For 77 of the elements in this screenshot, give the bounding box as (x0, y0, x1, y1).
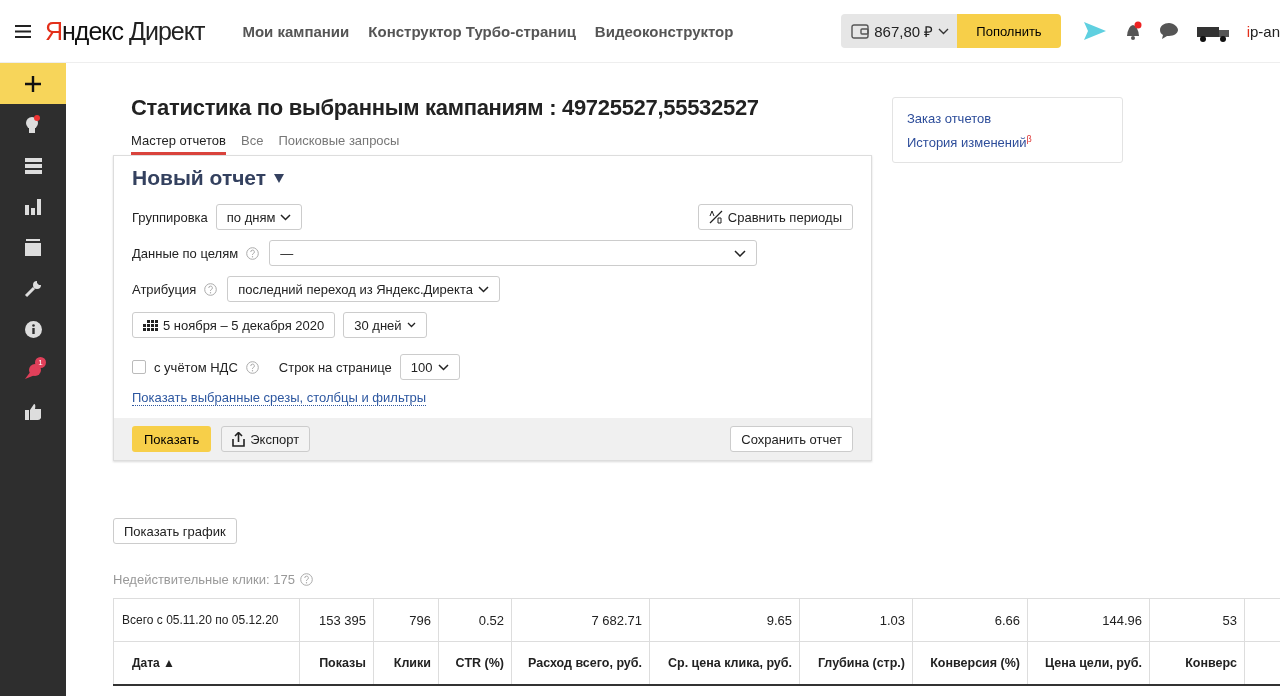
invalid-clicks-text: Недействительные клики: 175 (113, 572, 295, 587)
table-cell: 9.65 (649, 599, 799, 641)
side-link[interactable]: История изменений$^{β}$ (907, 134, 1032, 151)
nav-link[interactable]: Видеоконструктор (594, 22, 734, 40)
show-chart-button[interactable]: Показать график (113, 518, 237, 544)
logo[interactable]: Яндекс Директ (45, 16, 205, 46)
tab[interactable]: Поисковые запросы (278, 133, 400, 155)
show-button[interactable]: Показать (132, 426, 212, 452)
stack-icon (25, 239, 41, 256)
calendar-icon (143, 319, 158, 331)
column-header[interactable]: Ср. цена клика, руб. (649, 642, 799, 684)
rows-select[interactable]: 100 (399, 354, 460, 380)
report-name-dropdown[interactable]: Новый отчет (132, 166, 285, 190)
info-icon (24, 321, 42, 338)
chevron-icon (938, 27, 950, 35)
chevron-icon (437, 363, 449, 371)
table-cell: 53 (1149, 599, 1245, 641)
list-icon (24, 157, 42, 174)
column-header[interactable]: CTR (%) (438, 642, 511, 684)
sidebar-item[interactable] (0, 63, 66, 104)
filters-link[interactable]: Показать выбранные срезы, столбцы и фильтры (132, 390, 427, 406)
upload-icon (232, 431, 246, 447)
field-label: Группировка (132, 209, 208, 225)
period-select[interactable]: 30 дней (343, 312, 427, 338)
field-label: Данные по целям (132, 245, 239, 261)
column-header[interactable]: Конверсия (%) (912, 642, 1027, 684)
chat-icon[interactable] (1158, 21, 1179, 41)
tab[interactable]: Все (241, 133, 264, 155)
bar-chart-icon (25, 198, 41, 215)
menu-icon[interactable] (15, 24, 31, 38)
field-label: Строк на странице (278, 359, 392, 375)
tab[interactable]: Мастер отчетов (131, 133, 226, 155)
column-header[interactable]: Конверс (1149, 642, 1245, 684)
goals-select[interactable]: — (269, 240, 758, 266)
save-report-button[interactable]: Сохранить отчет (730, 426, 853, 452)
attribution-select[interactable]: последний переход из Яндекс.Директа (227, 276, 500, 302)
chevron-icon (477, 285, 489, 293)
topup-button[interactable]: Пополнить (957, 14, 1061, 48)
badge: 1 (35, 356, 46, 368)
nav-link[interactable]: Конструктор Турбо-страниц (368, 22, 576, 40)
column-header[interactable]: Цена цели, руб. (1027, 642, 1149, 684)
checkbox[interactable] (132, 360, 146, 374)
wrench-icon (24, 279, 42, 298)
column-header[interactable]: Клики (373, 642, 438, 684)
table-cell: 0.52 (438, 599, 511, 641)
table-cell: 7 682.71 (511, 599, 649, 641)
table-cell: 153 395 (299, 599, 373, 641)
column-header[interactable]: Глубина (стр.) (799, 642, 912, 684)
thumbs-up-icon (24, 403, 42, 420)
side-link[interactable]: Заказ отчетов (907, 111, 992, 126)
nav-link[interactable]: Мои кампании (242, 22, 350, 40)
user-login[interactable]: ip-an (1246, 22, 1280, 40)
column-header[interactable]: Показы (299, 642, 373, 684)
wallet-icon (851, 23, 870, 39)
plus-icon (24, 74, 42, 93)
chevron-icon (734, 249, 747, 257)
table-cell: 144.96 (1027, 599, 1149, 641)
table-cell: 1.03 (799, 599, 912, 641)
compare-icon (708, 210, 723, 224)
triangle-icon (274, 173, 285, 183)
compare-button[interactable]: Сравнить периоды (697, 204, 853, 230)
sidebar-item[interactable]: 1 (0, 350, 66, 391)
checkbox-label: с учётом НДС (154, 359, 238, 375)
grouping-select[interactable]: по дням (215, 204, 303, 230)
balance-button[interactable]: 867,80 ₽ (841, 14, 958, 48)
lightbulb-icon (24, 114, 42, 135)
column-header[interactable]: Расход всего, руб. (511, 642, 649, 684)
column-header[interactable]: Дата ▲ (113, 642, 299, 684)
page-title: Статистика по выбранным кампаниям : 49725527,55532527 (131, 95, 760, 121)
export-button[interactable]: Экспорт (221, 426, 311, 452)
table-cell: 796 (373, 599, 438, 641)
chevron-icon (280, 213, 292, 221)
date-range-picker[interactable]: 5 ноября – 5 декабря 2020 (132, 312, 336, 338)
chevron-icon (406, 322, 416, 328)
table-cell: Всего с 05.11.20 по 05.12.20 (113, 599, 299, 641)
table-cell: 6.66 (912, 599, 1027, 641)
field-label: Атрибуция (132, 281, 197, 297)
